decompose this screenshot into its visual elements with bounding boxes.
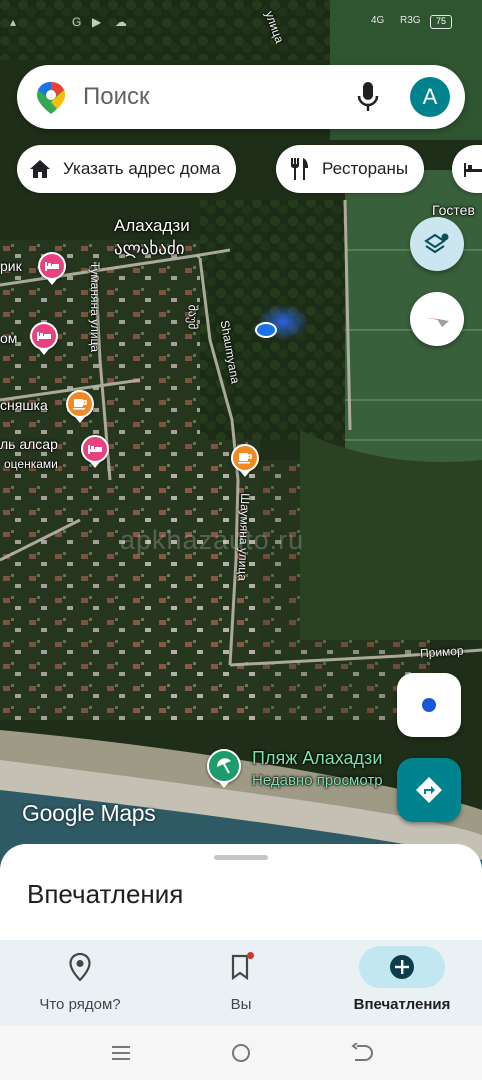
chip-label-restaurants: Рестораны xyxy=(322,159,409,178)
search-bar[interactable]: Поиск A xyxy=(17,65,465,129)
back-icon[interactable] xyxy=(349,1041,375,1065)
poi-label-3[interactable]: сняшка xyxy=(0,397,48,413)
map-view[interactable]: ▴ G ▶ ☁ 4G R3G 75 Алахадзи ალახაძი Госте… xyxy=(0,0,482,880)
watermark: apkhazauto.ru xyxy=(120,525,305,555)
search-input[interactable]: Поиск xyxy=(83,83,150,111)
notification-badge xyxy=(247,952,254,959)
cloud-icon: ☁ xyxy=(115,15,127,29)
cafe-pin-1[interactable] xyxy=(66,390,94,418)
layers-icon xyxy=(424,233,449,254)
menu-icon[interactable] xyxy=(108,1041,134,1065)
nav-item-contribute[interactable]: Впечатления xyxy=(322,940,482,1026)
satellite-imagery xyxy=(0,0,482,880)
sheet-drag-handle[interactable] xyxy=(214,855,268,860)
poi-label-4-sub: оценками xyxy=(4,457,58,471)
poi-label-2[interactable]: ом xyxy=(0,330,17,346)
hotel-icon xyxy=(464,158,482,180)
google-maps-logo: Google Maps xyxy=(22,800,156,826)
restaurant-icon xyxy=(288,158,310,180)
nav-item-you[interactable]: Вы xyxy=(161,940,321,1026)
coffee-icon xyxy=(73,399,87,410)
home-icon xyxy=(29,158,51,180)
battery-indicator: 75 xyxy=(430,15,452,29)
location-pin-icon xyxy=(65,952,95,982)
street-label-shaumyana-ka: შაუმ xyxy=(185,304,200,330)
nav-label-nearby: Что рядом? xyxy=(39,996,121,1013)
bed-icon xyxy=(45,262,59,271)
poi-label-1[interactable]: рик xyxy=(0,258,22,274)
sheet-title: Впечатления xyxy=(27,879,184,909)
nav-label-you: Вы xyxy=(230,996,252,1013)
hotel-pin-1[interactable] xyxy=(38,252,66,280)
hotel-pin-3[interactable] xyxy=(81,435,109,463)
home-circle-icon[interactable] xyxy=(228,1041,254,1065)
add-circle-icon xyxy=(387,952,417,982)
maps-pin-logo-icon xyxy=(37,82,65,114)
network-type: 4G xyxy=(371,15,385,26)
my-location-button[interactable] xyxy=(397,673,461,737)
signal-tag: R3G xyxy=(400,15,421,26)
street-label-tumanyan: Туманяна улица xyxy=(88,261,103,353)
chip-label-home: Указать адрес дома xyxy=(63,159,221,178)
layers-button[interactable] xyxy=(410,217,464,271)
youtube-icon: ▶ xyxy=(92,15,102,29)
poi-label-4[interactable]: ль алсар xyxy=(0,436,58,452)
beach-pin[interactable] xyxy=(207,749,241,783)
town-label-ru[interactable]: Алахадзи xyxy=(114,216,190,236)
bookmark-icon xyxy=(226,952,256,982)
signal-icon: ▴ xyxy=(10,15,17,29)
bed-icon xyxy=(88,445,102,454)
coffee-icon xyxy=(238,453,252,464)
status-bar: ▴ G ▶ ☁ 4G R3G 75 xyxy=(0,12,482,34)
beach-label[interactable]: Пляж Алахадзи xyxy=(252,748,382,769)
nav-item-nearby[interactable]: Что рядом? xyxy=(0,940,160,1026)
current-location-dot[interactable] xyxy=(255,322,277,338)
hotel-pin-2[interactable] xyxy=(30,322,58,350)
bottom-navigation: Что рядом? Вы Впечатления xyxy=(0,940,482,1026)
directions-button[interactable] xyxy=(397,758,461,822)
compass-button[interactable] xyxy=(410,292,464,346)
nav-label-contribute: Впечатления xyxy=(353,996,451,1013)
compass-icon xyxy=(425,318,449,327)
guesthouse-label[interactable]: Гостев xyxy=(432,202,475,218)
cafe-pin-2[interactable] xyxy=(231,444,259,472)
umbrella-icon xyxy=(216,758,231,774)
maps-app: ▴ G ▶ ☁ 4G R3G 75 Алахадзи ალახაძი Госте… xyxy=(0,0,482,1080)
town-label-ka: ალახაძი xyxy=(114,239,185,258)
google-icon: G xyxy=(72,15,82,29)
directions-icon xyxy=(416,777,442,803)
microphone-icon[interactable] xyxy=(357,82,379,112)
chip-restaurants[interactable]: Рестораны xyxy=(276,145,425,193)
my-location-icon xyxy=(422,698,436,712)
system-navigation-bar xyxy=(0,1026,482,1080)
beach-sub-label: Недавно просмотр xyxy=(252,772,383,789)
account-avatar[interactable]: A xyxy=(410,77,450,117)
bottom-sheet[interactable]: Впечатления xyxy=(0,844,482,942)
bed-icon xyxy=(37,332,51,341)
chip-set-home[interactable]: Указать адрес дома xyxy=(17,145,237,193)
